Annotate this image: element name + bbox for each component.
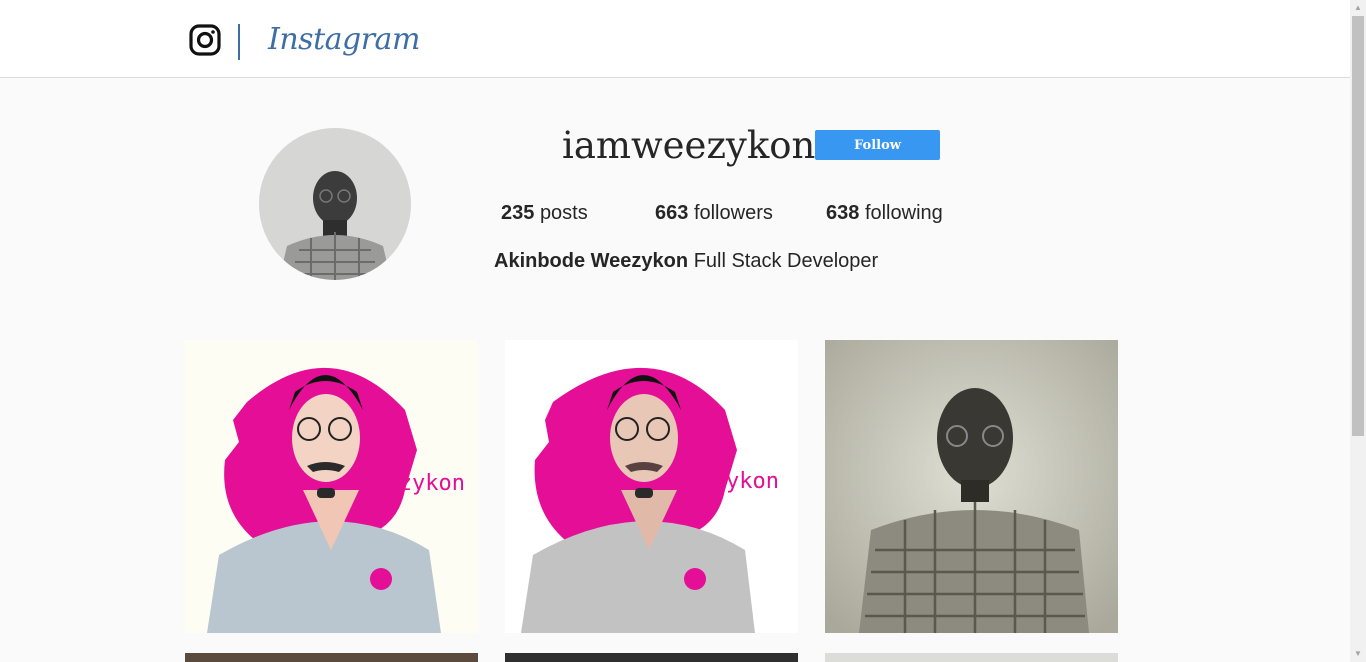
top-navigation-bar: Instagram xyxy=(0,0,1350,78)
post-thumbnail-6[interactable] xyxy=(825,653,1118,662)
instagram-camera-icon[interactable] xyxy=(189,24,221,56)
post-2-image: Weezykon xyxy=(505,340,798,633)
profile-bio-text: Full Stack Developer xyxy=(693,250,879,272)
post-1-image: Weezykon xyxy=(185,340,478,633)
followers-label: followers xyxy=(693,202,773,224)
post-thumbnail-4[interactable] xyxy=(185,653,478,662)
scroll-up-arrow-icon[interactable]: ▲ xyxy=(1350,0,1366,16)
scroll-thumb[interactable] xyxy=(1352,16,1364,436)
post-thumbnail-5[interactable] xyxy=(505,653,798,662)
page-scrollbar[interactable]: ▲ ▼ xyxy=(1350,0,1366,662)
posts-stat[interactable]: 235 posts xyxy=(501,202,588,225)
profile-full-name: Akinbode Weezykon xyxy=(494,250,689,272)
post-1-caption: Weezykon xyxy=(359,471,465,496)
profile-bio: Akinbode Weezykon Full Stack Developer xyxy=(494,250,878,273)
follow-button[interactable]: Follow xyxy=(815,130,940,160)
post-thumbnail-3[interactable] xyxy=(825,340,1118,633)
following-count: 638 xyxy=(826,202,860,224)
followers-stat[interactable]: 663 followers xyxy=(655,202,773,225)
post-3-image xyxy=(825,340,1118,633)
post-thumbnail-1[interactable]: Weezykon xyxy=(185,340,478,633)
profile-username: iamweezykon xyxy=(562,124,816,167)
post-2-caption: Weezykon xyxy=(673,469,779,494)
post-thumbnail-2[interactable]: Weezykon xyxy=(505,340,798,633)
following-stat[interactable]: 638 following xyxy=(826,202,943,225)
profile-avatar xyxy=(259,128,411,280)
scroll-down-arrow-icon[interactable]: ▼ xyxy=(1350,646,1366,662)
instagram-wordmark[interactable]: Instagram xyxy=(268,22,420,57)
posts-count: 235 xyxy=(501,202,535,224)
following-label: following xyxy=(864,202,943,224)
followers-count: 663 xyxy=(655,202,689,224)
logo-divider xyxy=(238,24,240,60)
posts-label: posts xyxy=(539,202,588,224)
